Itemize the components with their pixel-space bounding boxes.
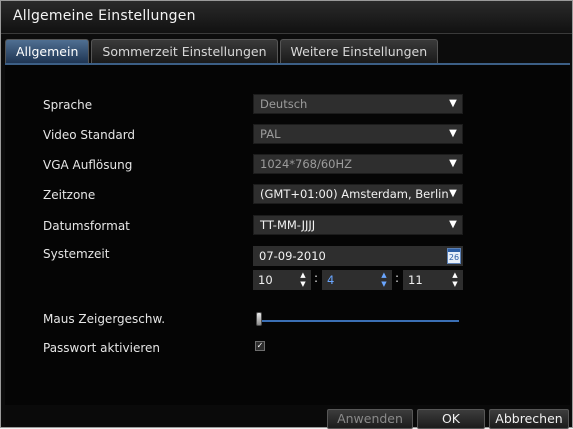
dialog-title: Allgemeine Einstellungen xyxy=(13,8,196,24)
spinner-up-icon[interactable]: ▲ xyxy=(379,272,389,279)
chevron-down-icon[interactable]: ▼ xyxy=(446,187,460,201)
video-standard-select[interactable]: PAL ▼ xyxy=(253,124,463,144)
apply-button[interactable]: Anwenden xyxy=(327,409,413,429)
date-format-label: Datumsformat xyxy=(43,219,130,233)
mouse-speed-slider-handle[interactable] xyxy=(256,312,262,326)
title-bar: Allgemeine Einstellungen xyxy=(1,1,572,34)
system-date-value: 07-09-2010 xyxy=(259,249,326,263)
tab-general[interactable]: Allgemein xyxy=(5,39,90,63)
chevron-down-icon[interactable]: ▼ xyxy=(446,127,460,141)
time-separator: : xyxy=(395,271,400,285)
tab-more-settings[interactable]: Weitere Einstellungen xyxy=(279,39,439,63)
chevron-down-icon[interactable]: ▼ xyxy=(446,157,460,171)
language-value: Deutsch xyxy=(260,97,308,111)
language-select[interactable]: Deutsch ▼ xyxy=(253,94,463,114)
second-field[interactable]: 11 ▲ ▼ xyxy=(403,270,463,290)
system-date-field[interactable]: 07-09-2010 26 xyxy=(253,246,463,266)
password-label: Passwort aktivieren xyxy=(43,341,160,355)
calendar-icon[interactable]: 26 xyxy=(447,248,461,264)
timezone-label: Zeitzone xyxy=(43,188,96,202)
hour-spinner[interactable]: ▲ ▼ xyxy=(298,272,308,288)
tab-bar: Allgemein Sommerzeit Einstellungen Weite… xyxy=(5,39,439,63)
vga-resolution-value: 1024*768/60HZ xyxy=(260,157,352,171)
ok-button[interactable]: OK xyxy=(417,409,485,429)
spinner-down-icon[interactable]: ▼ xyxy=(298,281,308,288)
button-bar xyxy=(5,405,570,427)
chevron-down-icon[interactable]: ▼ xyxy=(446,97,460,111)
system-time-label: Systemzeit xyxy=(43,247,110,261)
timezone-value: (GMT+01:00) Amsterdam, Berlin xyxy=(260,187,449,201)
spinner-up-icon[interactable]: ▲ xyxy=(450,272,460,279)
language-label: Sprache xyxy=(43,98,93,112)
second-value: 11 xyxy=(408,273,423,287)
second-spinner[interactable]: ▲ ▼ xyxy=(450,272,460,288)
date-format-select[interactable]: TT-MM-JJJJ ▼ xyxy=(253,215,463,235)
vga-resolution-select[interactable]: 1024*768/60HZ ▼ xyxy=(253,154,463,174)
chevron-down-icon[interactable]: ▼ xyxy=(446,218,460,232)
vga-resolution-label: VGA Auflösung xyxy=(43,158,133,172)
settings-dialog: Allgemeine Einstellungen Allgemein Somme… xyxy=(0,0,573,429)
minute-value: 4 xyxy=(327,273,335,287)
video-standard-value: PAL xyxy=(260,127,281,141)
time-separator: : xyxy=(314,271,319,285)
spinner-down-icon[interactable]: ▼ xyxy=(450,281,460,288)
timezone-select[interactable]: (GMT+01:00) Amsterdam, Berlin ▼ xyxy=(253,184,463,204)
video-standard-label: Video Standard xyxy=(43,128,136,142)
hour-value: 10 xyxy=(258,273,273,287)
mouse-speed-slider-track[interactable] xyxy=(259,320,459,322)
mouse-speed-label: Maus Zeigergeschw. xyxy=(43,312,166,326)
minute-spinner[interactable]: ▲ ▼ xyxy=(379,272,389,288)
tab-daylight-saving[interactable]: Sommerzeit Einstellungen xyxy=(91,39,278,63)
password-checkbox[interactable]: ✓ xyxy=(255,341,265,351)
spinner-up-icon[interactable]: ▲ xyxy=(298,272,308,279)
minute-field[interactable]: 4 ▲ ▼ xyxy=(322,270,392,290)
date-format-value: TT-MM-JJJJ xyxy=(260,218,316,232)
cancel-button[interactable]: Abbrechen xyxy=(489,409,569,429)
spinner-down-icon[interactable]: ▼ xyxy=(379,281,389,288)
hour-field[interactable]: 10 ▲ ▼ xyxy=(253,270,311,290)
settings-panel: Sprache Deutsch ▼ Video Standard PAL ▼ V… xyxy=(5,65,570,405)
